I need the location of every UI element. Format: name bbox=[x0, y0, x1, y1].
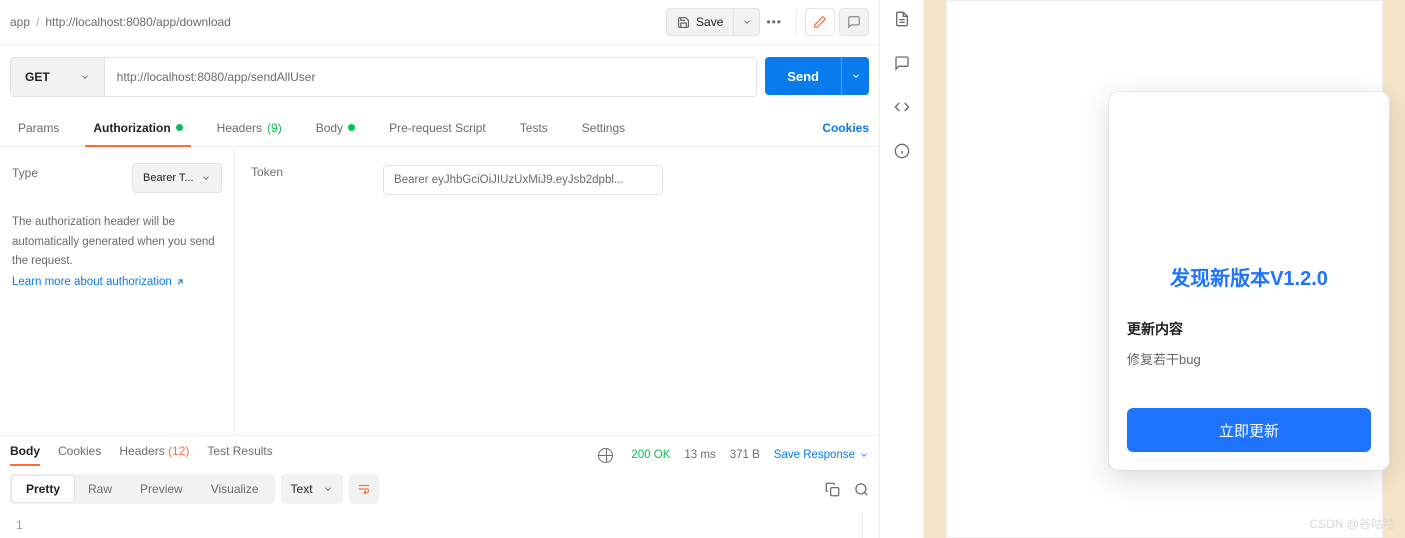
resp-tab-body[interactable]: Body bbox=[10, 444, 40, 466]
auth-type-select[interactable]: Bearer T... bbox=[132, 163, 222, 193]
format-select[interactable]: Text bbox=[281, 474, 343, 504]
send-button[interactable]: Send bbox=[765, 57, 841, 95]
update-dialog: 发现新版本V1.2.0 更新内容 修复若干bug 立即更新 bbox=[1109, 92, 1389, 470]
auth-desc: The authorization header will be automat… bbox=[12, 213, 222, 272]
chevron-down-icon bbox=[323, 484, 333, 494]
chevron-down-icon bbox=[851, 71, 861, 81]
tab-params[interactable]: Params bbox=[10, 109, 67, 146]
token-input[interactable] bbox=[383, 165, 663, 195]
info-icon[interactable] bbox=[893, 142, 911, 160]
chevron-down-icon bbox=[742, 17, 752, 27]
code-icon[interactable] bbox=[893, 98, 911, 116]
update-now-button[interactable]: 立即更新 bbox=[1127, 408, 1371, 452]
auth-sidebar: Type Bearer T... The authorization heade… bbox=[0, 147, 235, 435]
request-line: GET Send bbox=[0, 45, 879, 109]
comment-icon bbox=[847, 15, 861, 29]
response-body[interactable]: 1 bbox=[0, 512, 863, 538]
auth-content: Token bbox=[235, 147, 879, 435]
wrap-icon bbox=[356, 482, 372, 496]
copy-icon[interactable] bbox=[825, 482, 840, 497]
cookies-link[interactable]: Cookies bbox=[822, 121, 869, 135]
resp-tab-cookies[interactable]: Cookies bbox=[58, 444, 101, 466]
right-actions bbox=[805, 8, 869, 36]
chevron-down-icon bbox=[80, 72, 90, 82]
chevron-down-icon bbox=[859, 450, 869, 460]
tab-tests[interactable]: Tests bbox=[512, 109, 556, 146]
status-code: 200 OK bbox=[631, 449, 670, 461]
pencil-icon bbox=[813, 15, 827, 29]
save-button[interactable]: Save bbox=[666, 8, 734, 36]
dialog-title: 发现新版本V1.2.0 bbox=[1127, 262, 1371, 291]
tab-body[interactable]: Body bbox=[308, 109, 363, 146]
globe-icon[interactable] bbox=[598, 448, 613, 463]
send-group: Send bbox=[765, 57, 869, 97]
external-link-icon bbox=[175, 277, 185, 287]
auth-type-label: Type bbox=[12, 166, 38, 180]
method-select[interactable]: GET bbox=[11, 58, 105, 96]
comment-button[interactable] bbox=[839, 8, 869, 36]
breadcrumb[interactable]: app / http://localhost:8080/app/download bbox=[10, 15, 666, 29]
token-label: Token bbox=[251, 165, 283, 179]
tab-settings[interactable]: Settings bbox=[574, 109, 633, 146]
breadcrumb-separator: / bbox=[36, 15, 39, 29]
response-meta: 200 OK 13 ms 371 B Save Response bbox=[598, 448, 869, 463]
learn-link[interactable]: Learn more about authorization bbox=[12, 276, 185, 288]
method-url-box: GET bbox=[10, 57, 757, 97]
save-icon bbox=[677, 16, 690, 29]
separator bbox=[796, 10, 797, 34]
response-time: 13 ms bbox=[684, 449, 715, 461]
tab-prerequest[interactable]: Pre-request Script bbox=[381, 109, 494, 146]
topbar: app / http://localhost:8080/app/download… bbox=[0, 0, 879, 45]
send-dropdown[interactable] bbox=[841, 57, 869, 95]
docs-icon[interactable] bbox=[893, 10, 911, 28]
postman-panel: app / http://localhost:8080/app/download… bbox=[0, 0, 880, 538]
view-raw[interactable]: Raw bbox=[74, 476, 126, 502]
chevron-down-icon bbox=[201, 173, 211, 183]
save-response[interactable]: Save Response bbox=[774, 449, 869, 461]
side-panel bbox=[880, 0, 924, 538]
tab-authorization[interactable]: Authorization bbox=[85, 109, 190, 146]
response-size: 371 B bbox=[730, 449, 760, 461]
view-preview[interactable]: Preview bbox=[126, 476, 197, 502]
search-icon[interactable] bbox=[854, 482, 869, 497]
dialog-subtitle: 更新内容 bbox=[1127, 319, 1371, 339]
save-group: Save bbox=[666, 8, 760, 36]
view-mode-segment: Pretty Raw Preview Visualize bbox=[10, 474, 275, 504]
wrap-button[interactable] bbox=[349, 474, 379, 504]
method-value: GET bbox=[25, 70, 50, 84]
tab-headers[interactable]: Headers (9) bbox=[209, 109, 290, 146]
breadcrumb-path[interactable]: http://localhost:8080/app/download bbox=[45, 15, 230, 29]
line-number: 1 bbox=[16, 518, 23, 532]
response-toolbar: Pretty Raw Preview Visualize Text bbox=[0, 466, 879, 512]
save-dropdown[interactable] bbox=[734, 8, 760, 36]
request-tabs: Params Authorization Headers (9) Body Pr… bbox=[0, 109, 879, 147]
watermark: CSDN @谷咕咕 bbox=[1309, 515, 1395, 532]
mobile-preview: 发现新版本V1.2.0 更新内容 修复若干bug 立即更新 CSDN @谷咕咕 bbox=[924, 0, 1405, 538]
resp-tab-tests[interactable]: Test Results bbox=[207, 444, 272, 466]
response-tabs: Body Cookies Headers (12) Test Results 2… bbox=[0, 435, 879, 466]
edit-button[interactable] bbox=[805, 8, 835, 36]
toolbar-right bbox=[825, 482, 869, 497]
url-input[interactable] bbox=[105, 58, 757, 96]
dot-indicator-icon bbox=[348, 124, 355, 131]
auth-panel: Type Bearer T... The authorization heade… bbox=[0, 147, 879, 435]
resp-tab-headers[interactable]: Headers (12) bbox=[119, 444, 189, 466]
more-actions[interactable]: ••• bbox=[760, 15, 788, 29]
comments-icon[interactable] bbox=[893, 54, 911, 72]
breadcrumb-folder[interactable]: app bbox=[10, 15, 30, 29]
view-visualize[interactable]: Visualize bbox=[197, 476, 273, 502]
dialog-content: 修复若干bug bbox=[1127, 349, 1371, 368]
view-pretty[interactable]: Pretty bbox=[12, 476, 74, 502]
dot-indicator-icon bbox=[176, 124, 183, 131]
